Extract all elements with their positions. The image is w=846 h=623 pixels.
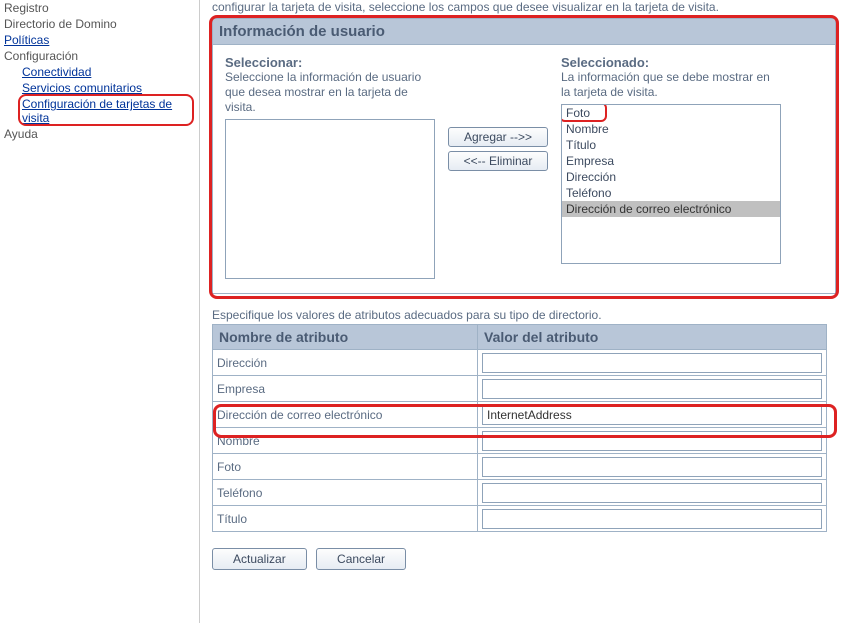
nav-directorio[interactable]: Directorio de Domino bbox=[4, 16, 195, 32]
attr-name: Dirección de correo electrónico bbox=[213, 402, 478, 428]
nav-conectividad[interactable]: Conectividad bbox=[22, 65, 91, 79]
intro-text: configurar la tarjeta de visita, selecci… bbox=[212, 0, 836, 18]
content-area: configurar la tarjeta de visita, selecci… bbox=[200, 0, 846, 623]
table-row: Dirección de correo electrónico bbox=[213, 402, 827, 428]
attr-value-input[interactable] bbox=[482, 457, 822, 477]
attr-name: Nombre bbox=[213, 428, 478, 454]
select-heading: Seleccionar: bbox=[225, 55, 435, 70]
attr-name: Teléfono bbox=[213, 480, 478, 506]
th-name: Nombre de atributo bbox=[213, 325, 478, 350]
selected-desc: La información que se debe mostrar en la… bbox=[561, 70, 781, 100]
table-row: Nombre bbox=[213, 428, 827, 454]
attr-name: Foto bbox=[213, 454, 478, 480]
list-item[interactable]: Dirección bbox=[562, 169, 780, 185]
attr-value-input[interactable] bbox=[482, 353, 822, 373]
nav-registro[interactable]: Registro bbox=[4, 0, 195, 16]
list-item[interactable]: Empresa bbox=[562, 153, 780, 169]
attribute-table: Nombre de atributo Valor del atributo Di… bbox=[212, 324, 827, 532]
list-item[interactable]: Dirección de correo electrónico bbox=[562, 201, 780, 217]
attr-name: Título bbox=[213, 506, 478, 532]
attr-value-input[interactable] bbox=[482, 379, 822, 399]
attr-value-input[interactable] bbox=[482, 483, 822, 503]
select-desc: Seleccione la información de usuario que… bbox=[225, 70, 435, 115]
table-row: Título bbox=[213, 506, 827, 532]
table-row: Teléfono bbox=[213, 480, 827, 506]
list-item[interactable]: Título bbox=[562, 137, 780, 153]
nav-politicas[interactable]: Políticas bbox=[4, 33, 49, 47]
spec-label: Especifique los valores de atributos ade… bbox=[212, 308, 836, 322]
attr-name: Dirección bbox=[213, 350, 478, 376]
available-listbox[interactable] bbox=[225, 119, 435, 279]
selected-heading: Seleccionado: bbox=[561, 55, 781, 70]
attr-value-input[interactable] bbox=[482, 509, 822, 529]
sidebar: Registro Directorio de Domino Políticas … bbox=[0, 0, 200, 623]
nav-servicios[interactable]: Servicios comunitarios bbox=[22, 81, 142, 95]
th-value: Valor del atributo bbox=[478, 325, 827, 350]
selected-listbox[interactable]: Foto Nombre Título Empresa Dirección Tel… bbox=[561, 104, 781, 264]
nav-tarjetas-visita[interactable]: Configuración de tarjetas de visita bbox=[22, 97, 172, 125]
nav-configuracion[interactable]: Configuración bbox=[4, 48, 195, 64]
attr-name: Empresa bbox=[213, 376, 478, 402]
cancel-button[interactable]: Cancelar bbox=[316, 548, 406, 570]
user-info-panel: Información de usuario Seleccionar: Sele… bbox=[212, 18, 836, 294]
remove-button[interactable]: <<-- Eliminar bbox=[448, 151, 548, 171]
add-button[interactable]: Agregar -->> bbox=[448, 127, 548, 147]
attr-value-input[interactable] bbox=[482, 431, 822, 451]
nav-ayuda[interactable]: Ayuda bbox=[4, 126, 195, 142]
attr-value-input[interactable] bbox=[482, 405, 822, 425]
list-item[interactable]: Nombre bbox=[562, 121, 780, 137]
table-row: Dirección bbox=[213, 350, 827, 376]
list-item[interactable]: Teléfono bbox=[562, 185, 780, 201]
list-item[interactable]: Foto bbox=[562, 105, 780, 121]
panel-title: Información de usuario bbox=[213, 19, 835, 45]
table-row: Empresa bbox=[213, 376, 827, 402]
table-row: Foto bbox=[213, 454, 827, 480]
update-button[interactable]: Actualizar bbox=[212, 548, 307, 570]
